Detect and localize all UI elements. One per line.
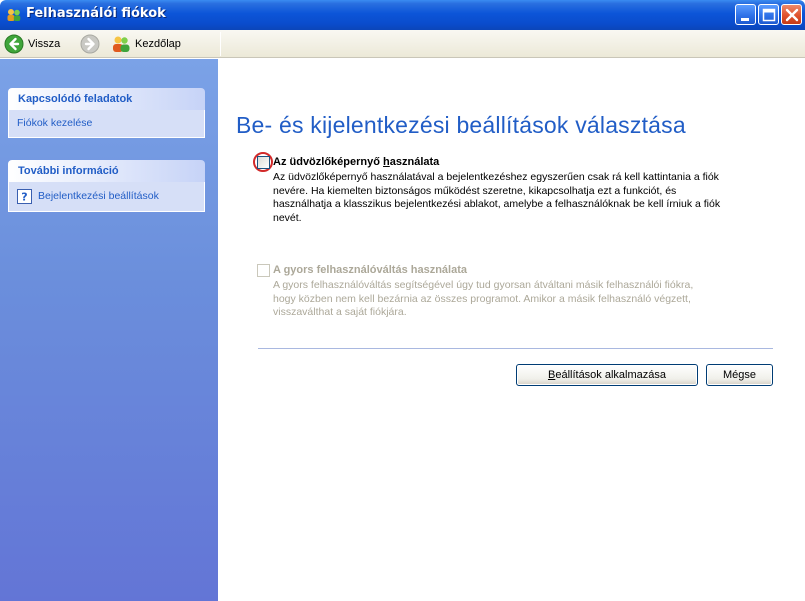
side-pane: Kapcsolódó feladatok Fiókok kezelése Tov… bbox=[0, 59, 218, 601]
close-icon bbox=[785, 8, 799, 22]
desc-line: nevére. Ha kiemelten biztonságos működés… bbox=[273, 184, 677, 197]
close-button[interactable] bbox=[781, 4, 802, 25]
cancel-button[interactable]: Mégse bbox=[706, 364, 773, 386]
related-tasks-title: Kapcsolódó feladatok bbox=[8, 88, 205, 110]
user-accounts-icon bbox=[7, 9, 21, 21]
forward-button[interactable] bbox=[80, 34, 100, 54]
welcome-title-suffix: asználata bbox=[389, 156, 440, 168]
home-users-icon bbox=[113, 36, 130, 52]
apply-settings-button[interactable]: Beállítások alkalmazása bbox=[516, 364, 698, 386]
welcome-title-prefix: Az üdvözlőképernyő bbox=[273, 156, 384, 168]
more-info-title: További információ bbox=[8, 160, 205, 182]
sidebar-link-logon-settings[interactable]: ? Bejelentkezési beállítások bbox=[17, 188, 196, 204]
back-arrow-icon bbox=[4, 34, 24, 54]
title-bar: Felhasználói fiókok bbox=[0, 0, 805, 30]
desc-line: használhatja a klasszikus bejelentkezési… bbox=[273, 198, 721, 210]
minimize-button[interactable] bbox=[735, 4, 756, 25]
home-button[interactable]: Kezdőlap bbox=[111, 34, 181, 54]
fast-user-switching-description: A gyors felhasználóváltás segítségével ú… bbox=[273, 279, 693, 320]
related-tasks-panel: Kapcsolódó feladatok Fiókok kezelése bbox=[8, 88, 205, 138]
window-title: Felhasználói fiókok bbox=[26, 6, 166, 21]
maximize-button[interactable] bbox=[758, 4, 779, 25]
back-button[interactable]: Vissza bbox=[4, 34, 60, 54]
maximize-icon bbox=[762, 8, 776, 22]
toolbar: Vissza Kezdőlap bbox=[0, 30, 805, 58]
minimize-icon bbox=[741, 18, 749, 21]
desc-line: visszaválthat a saját fiókjára. bbox=[273, 306, 407, 318]
main-content: Be- és kijelentkezési beállítások válasz… bbox=[218, 59, 805, 601]
forward-arrow-icon bbox=[80, 34, 100, 54]
desc-line: nevét. bbox=[273, 211, 302, 224]
logon-settings-label: Bejelentkezési beállítások bbox=[38, 190, 159, 202]
divider bbox=[258, 348, 773, 349]
desc-line: Az üdvözlőképernyő használatával a bejel… bbox=[273, 171, 719, 183]
svg-text:?: ? bbox=[21, 190, 27, 203]
back-label: Vissza bbox=[28, 38, 61, 50]
welcome-screen-checkbox[interactable] bbox=[257, 156, 270, 169]
fast-user-switching-label[interactable]: A gyors felhasználóváltás használata bbox=[273, 264, 467, 276]
home-label: Kezdőlap bbox=[135, 38, 181, 50]
page-title: Be- és kijelentkezési beállítások válasz… bbox=[236, 112, 686, 138]
toolbar-separator bbox=[220, 32, 221, 56]
welcome-title-accel: h bbox=[383, 156, 390, 168]
welcome-screen-label[interactable]: Az üdvözlőképernyő használata bbox=[273, 156, 439, 168]
more-info-panel: További információ ? Bejelentkezési beál… bbox=[8, 160, 205, 212]
sidebar-link-manage-accounts[interactable]: Fiókok kezelése bbox=[17, 115, 196, 131]
apply-rest: eállítások alkalmazása bbox=[555, 369, 666, 381]
desc-line: hogy közben nem kell bezárnia az összes … bbox=[273, 292, 691, 305]
help-icon: ? bbox=[17, 188, 32, 204]
welcome-screen-description: Az üdvözlőképernyő használatával a bejel… bbox=[273, 171, 720, 225]
fast-user-switching-checkbox[interactable] bbox=[257, 264, 270, 277]
desc-line: A gyors felhasználóváltás segítségével ú… bbox=[273, 279, 694, 291]
